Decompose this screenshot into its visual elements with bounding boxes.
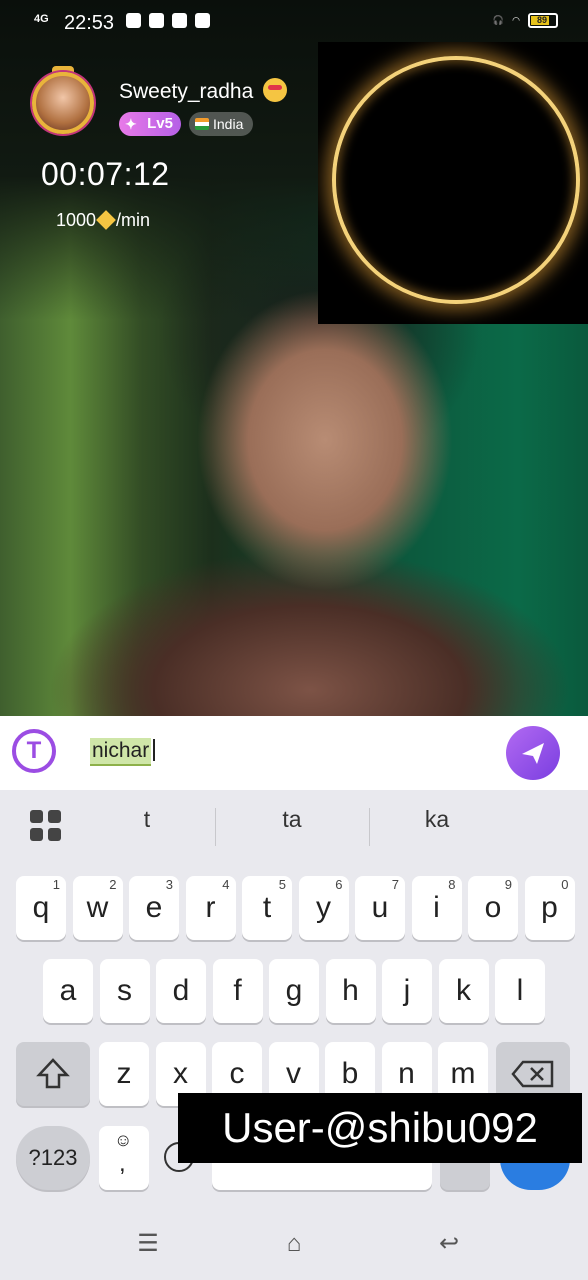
apps-grid-icon[interactable] bbox=[30, 810, 62, 842]
backspace-icon bbox=[511, 1060, 554, 1088]
key-hint: 9 bbox=[504, 877, 512, 892]
country-badge: India bbox=[189, 112, 253, 136]
shift-key[interactable] bbox=[16, 1042, 90, 1106]
key-label: r bbox=[205, 891, 216, 924]
key-label: o bbox=[484, 891, 502, 924]
suggestion-3[interactable]: ka bbox=[362, 806, 512, 833]
key-q[interactable]: 1q bbox=[16, 876, 66, 940]
country-label: India bbox=[213, 116, 244, 132]
clock: 22:53 bbox=[64, 12, 115, 34]
key-a[interactable]: a bbox=[43, 959, 93, 1023]
home-icon[interactable]: ⌂ bbox=[279, 1232, 309, 1256]
key-hint: 0 bbox=[561, 877, 569, 892]
status-bar: 4G 22:53 🎧 ◠ 89 bbox=[0, 0, 588, 44]
key-hint: 7 bbox=[391, 877, 399, 892]
headphones-icon: 🎧 bbox=[492, 15, 505, 25]
soft-keyboard bbox=[0, 790, 588, 1280]
translate-button[interactable]: T bbox=[12, 729, 56, 773]
mail-icon bbox=[172, 13, 187, 28]
suggestion-2[interactable]: ta bbox=[217, 806, 367, 833]
symbols-key[interactable]: ?123 bbox=[16, 1126, 90, 1190]
key-hint: 1 bbox=[52, 877, 60, 892]
key-hint: 6 bbox=[335, 877, 343, 892]
key-hint: 4 bbox=[222, 877, 230, 892]
key-p[interactable]: 0p bbox=[524, 876, 575, 940]
emoji-comma-key[interactable]: ☺ , bbox=[99, 1126, 149, 1190]
key-h[interactable]: h bbox=[325, 959, 376, 1023]
watermark-label: User-@shibu092 bbox=[178, 1093, 582, 1163]
composing-text: nichar bbox=[90, 738, 152, 766]
key-label: t bbox=[262, 891, 272, 924]
key-f[interactable]: f bbox=[212, 959, 263, 1023]
rate-unit: /min bbox=[116, 210, 151, 230]
key-l[interactable]: l bbox=[495, 959, 545, 1023]
system-icons: 🎧 ◠ 89 bbox=[493, 13, 558, 28]
key-j[interactable]: j bbox=[382, 959, 432, 1023]
text-caret bbox=[153, 739, 156, 761]
battery-level: 89 bbox=[537, 15, 548, 25]
send-icon bbox=[522, 743, 544, 764]
send-button[interactable] bbox=[506, 726, 560, 780]
video-icon bbox=[149, 13, 164, 28]
key-hint: 5 bbox=[278, 877, 286, 892]
eclipse-ring bbox=[332, 56, 580, 304]
diamond-icon bbox=[96, 210, 116, 230]
key-g[interactable]: g bbox=[269, 959, 319, 1023]
key-d[interactable]: d bbox=[156, 959, 206, 1023]
network-indicator: 4G bbox=[34, 13, 49, 25]
call-rate: 1000/min bbox=[56, 210, 150, 231]
key-k[interactable]: k bbox=[438, 959, 489, 1023]
key-hint: 8 bbox=[448, 877, 456, 892]
key-label: y bbox=[316, 891, 331, 924]
key-label: e bbox=[145, 891, 163, 924]
back-icon[interactable]: ↩ bbox=[434, 1232, 464, 1256]
level-badge: Lv5 bbox=[119, 112, 181, 136]
wifi-icon: ◠ bbox=[512, 15, 520, 25]
rate-amount: 1000 bbox=[56, 210, 97, 230]
key-t[interactable]: 5t bbox=[242, 876, 292, 940]
menu-icon[interactable]: ☰ bbox=[133, 1232, 163, 1256]
key-z[interactable]: z bbox=[99, 1042, 149, 1106]
key-label: u bbox=[371, 891, 389, 924]
key-label: q bbox=[32, 891, 50, 924]
key-e[interactable]: 3e bbox=[129, 876, 179, 940]
key-i[interactable]: 8i bbox=[411, 876, 462, 940]
notification-icons bbox=[126, 13, 210, 28]
india-flag-icon bbox=[195, 118, 209, 130]
key-u[interactable]: 7u bbox=[355, 876, 405, 940]
key-y[interactable]: 6y bbox=[298, 876, 349, 940]
key-hint: 2 bbox=[109, 877, 117, 892]
call-timer: 00:07:12 bbox=[41, 156, 170, 192]
suggestion-1[interactable]: t bbox=[72, 806, 222, 833]
instagram-icon bbox=[126, 13, 141, 28]
key-label: i bbox=[433, 891, 440, 924]
suggestion-divider bbox=[215, 808, 216, 846]
battery-icon: 89 bbox=[528, 13, 558, 28]
key-s[interactable]: s bbox=[99, 959, 150, 1023]
chat-input[interactable]: nichar bbox=[90, 738, 490, 768]
youtube-icon bbox=[195, 13, 210, 28]
host-name-label: Sweety_radha bbox=[119, 80, 254, 103]
key-w[interactable]: 2w bbox=[72, 876, 123, 940]
host-name[interactable]: Sweety_radha bbox=[119, 78, 288, 104]
comma-label: , bbox=[119, 1150, 126, 1177]
key-o[interactable]: 9o bbox=[468, 876, 518, 940]
key-label: w bbox=[86, 891, 109, 924]
heart-eyes-emoji-icon bbox=[263, 78, 288, 102]
key-r[interactable]: 4r bbox=[185, 876, 236, 940]
shift-icon bbox=[36, 1058, 70, 1089]
self-camera-preview[interactable] bbox=[318, 42, 588, 324]
key-label: p bbox=[541, 891, 558, 924]
key-hint: 3 bbox=[165, 877, 173, 892]
host-avatar[interactable] bbox=[32, 72, 94, 134]
